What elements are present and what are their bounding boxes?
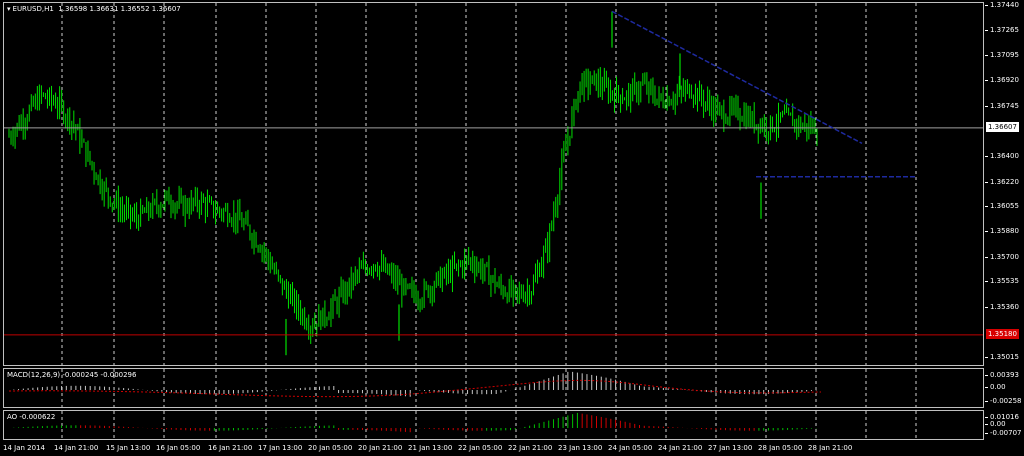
price-tick: 1.35015	[985, 352, 1019, 361]
indicator-tick: 0.00393	[985, 371, 1019, 379]
time-label: 27 Jan 13:00	[708, 444, 753, 452]
resistance-trendline	[611, 10, 863, 145]
price-tick: 1.36220	[985, 178, 1019, 186]
time-label: 24 Jan 05:00	[608, 444, 653, 452]
time-label: 15 Jan 13:00	[106, 444, 151, 452]
time-label: 14 Jan 21:00	[54, 444, 99, 452]
price-tick: 1.36745	[985, 101, 1019, 110]
price-tick: 1.37265	[985, 26, 1019, 35]
price-tick: 1.37440	[985, 1, 1019, 9]
support-price-tag: 1.35180	[986, 328, 1019, 339]
price-chart[interactable]	[4, 3, 983, 365]
price-tick: 1.35700	[985, 253, 1019, 262]
time-label: 21 Jan 13:00	[408, 444, 453, 452]
current-price-tag: 1.36607	[986, 121, 1019, 132]
price-tick: 1.35535	[985, 277, 1019, 286]
ao-axis: 0.01016 0.00 -0.00707	[984, 410, 1024, 440]
price-tick: 1.36400	[985, 151, 1019, 160]
time-label: 16 Jan 21:00	[208, 444, 253, 452]
price-tick: 1.36920	[985, 76, 1019, 85]
time-label: 14 Jan 2014	[3, 444, 45, 452]
price-tick: 1.37095	[985, 51, 1019, 60]
indicator-tick: 0.00	[985, 383, 1006, 391]
indicator-tick: 0.00	[985, 420, 1006, 428]
time-label: 28 Jan 21:00	[808, 444, 853, 452]
indicator-tick: -0.00707	[984, 429, 1022, 437]
time-label: 20 Jan 21:00	[358, 444, 403, 452]
ao-histogram	[13, 411, 917, 439]
time-label: 20 Jan 05:00	[308, 444, 353, 452]
price-tick: 1.35360	[985, 302, 1019, 311]
time-label: 17 Jan 13:00	[258, 444, 303, 452]
price-axis[interactable]: 1.37440 1.37265 1.37095 1.36920 1.36745 1.364…	[985, 1, 1024, 366]
macd-signal-line	[8, 379, 822, 398]
time-label: 24 Jan 21:00	[658, 444, 703, 452]
price-tick: 1.36055	[985, 201, 1019, 210]
time-label: 16 Jan 05:00	[156, 444, 201, 452]
time-axis[interactable]: 14 Jan 2014 14 Jan 21:00 15 Jan 13:00 16 Ja…	[0, 441, 985, 456]
indicator-tick: -0.00258	[984, 397, 1022, 405]
macd-histogram	[8, 369, 917, 407]
time-label: 28 Jan 05:00	[758, 444, 803, 452]
price-tick: 1.35880	[985, 227, 1019, 236]
time-label: 22 Jan 05:00	[458, 444, 503, 452]
price-chart-pane[interactable]: ▾ EURUSD,H1 1.36598 1.36631 1.36552 1.366…	[3, 2, 984, 366]
ao-pane[interactable]: AO -0.000622	[3, 410, 984, 440]
time-label: 22 Jan 21:00	[508, 444, 553, 452]
macd-pane[interactable]: MACD(12,26,9) -0.000245 -0.000296	[3, 368, 984, 408]
macd-axis: 0.00393 0.00 -0.00258	[984, 368, 1024, 408]
time-label: 23 Jan 13:00	[558, 444, 603, 452]
